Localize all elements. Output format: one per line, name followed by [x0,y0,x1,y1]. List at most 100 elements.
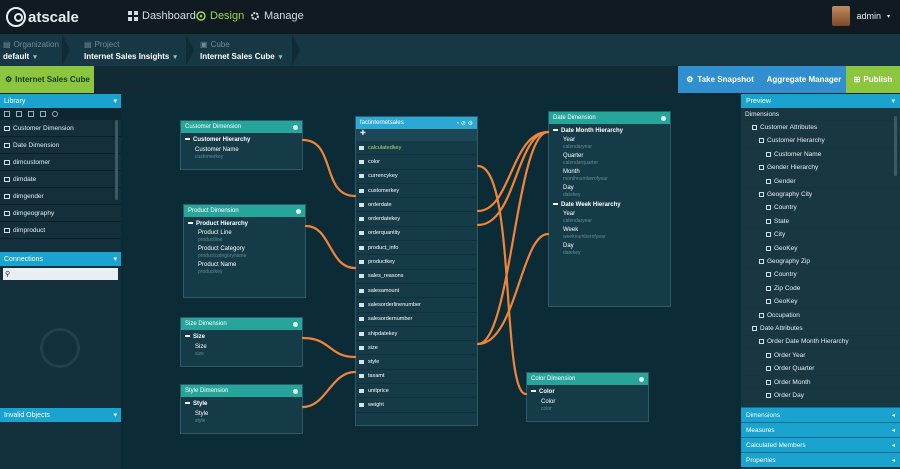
tree-node[interactable]: Customer Name [741,148,900,162]
breadcrumb-cube[interactable]: ▣ Cube Internet Sales Cube ▾ [200,40,282,61]
design-icon [196,11,206,21]
fact-column-row[interactable]: color [356,155,477,170]
fact-column-row[interactable]: sales_reasons [356,270,477,284]
publish-button[interactable]: ⊞ Publish [846,66,900,93]
fact-column-row[interactable]: productkey [356,255,477,270]
nav-manage[interactable]: Manage [250,10,304,22]
dashboard-icon [128,11,138,21]
fact-column-row[interactable]: salesamount [356,284,477,299]
fact-column-row[interactable]: shipdatekey [356,327,477,342]
size-dimension-box[interactable]: Size Dimension Size Size size [180,317,303,367]
library-header[interactable]: Library ▾ [0,94,121,108]
tree-node[interactable]: Occupation [741,309,900,323]
fact-column-row[interactable]: orderdate [356,198,477,213]
fact-column-name: color [368,158,380,165]
delete-icon[interactable] [40,111,46,117]
aggregate-manager-button[interactable]: Aggregate Manager [762,66,846,93]
nav-dashboard[interactable]: Dashboard [128,10,196,22]
date-dimension-box[interactable]: Date Dimension Date Month Hierarchy Year… [548,111,671,307]
connections-search-input[interactable]: ⚲ [3,268,118,280]
fact-column-row[interactable]: weight [356,398,477,413]
breadcrumb-project[interactable]: ▤ Project Internet Sales Insights ▾ [84,40,177,61]
level-row: Year calendaryear [549,211,670,224]
tree-node[interactable]: Date Attributes [741,322,900,336]
fact-table-box[interactable]: factinternetsales ◔ ⊘ ⚙ ✚ calculatedkey co… [355,116,478,426]
invalid-objects-header[interactable]: Invalid Objects ▾ [0,408,121,422]
fact-column-row[interactable]: orderdatekey [356,212,477,227]
preview-footer-properties[interactable]: Properties ◂ [741,452,900,467]
library-scrollbar[interactable] [115,120,118,200]
table-icon[interactable] [4,111,10,117]
preview-footer-dimensions[interactable]: Dimensions ◂ [741,407,900,422]
customer-dimension-box[interactable]: Customer Dimension Customer Hierarchy Cu… [180,120,303,170]
tree-node[interactable]: State [741,215,900,229]
list-icon[interactable] [28,111,34,117]
tree-node[interactable]: Order Quarter [741,362,900,376]
preview-scrollbar[interactable] [894,116,897,176]
library-item[interactable]: Customer Dimension [0,120,121,137]
settings-icon[interactable] [296,208,301,214]
tree-node[interactable]: Dimensions [741,108,900,122]
level-row: Color color [527,399,648,412]
settings-icon[interactable] [661,115,666,121]
tree-node[interactable]: Country [741,269,900,283]
tree-node[interactable]: Customer Hierarchy [741,135,900,149]
settings-icon[interactable] [639,376,644,382]
tree-node[interactable]: Zip Code [741,282,900,296]
design-canvas[interactable]: Customer Dimension Customer Hierarchy Cu… [121,94,741,469]
preview-header[interactable]: Preview ▾ [741,94,900,108]
library-item[interactable]: dimcustomer [0,154,121,171]
library-item[interactable]: dimgender [0,188,121,205]
fact-column-row[interactable]: orderquantity [356,227,477,242]
tree-node[interactable]: Geography City [741,188,900,202]
hierarchy-row: Date Month Hierarchy [549,124,670,134]
fact-column-row[interactable]: size [356,341,477,356]
library-item[interactable]: dimgeography [0,205,121,222]
tree-node[interactable]: GeoKey [741,295,900,309]
breadcrumb-organization[interactable]: ▤ Organization default ▾ [3,40,59,61]
tree-node[interactable]: Order Month [741,376,900,390]
tree-node[interactable]: Geography Zip [741,255,900,269]
tree-node[interactable]: Gender Hierarchy [741,162,900,175]
tree-node[interactable]: City [741,229,900,242]
settings-icon[interactable] [293,321,298,327]
atscale-logo[interactable]: atscale [6,7,79,27]
settings-icon[interactable] [293,388,298,394]
search-icon[interactable] [52,111,58,117]
product-dimension-box[interactable]: Product Dimension Product Hierarchy Prod… [183,204,306,298]
take-snapshot-button[interactable]: ⚙ Take Snapshot [678,66,762,93]
fact-column-row[interactable]: calculatedkey [356,141,477,156]
tree-node[interactable]: Customer Attributes [741,121,900,135]
fact-column-row[interactable]: salesorderlinenumber [356,298,477,313]
fact-column-row[interactable]: unitprice [356,384,477,399]
user-menu[interactable]: admin ▾ [832,6,890,26]
preview-footer-calculated[interactable]: Calculated Members ◂ [741,437,900,452]
fact-column-row[interactable]: salesordernumber [356,313,477,327]
preview-footer-measures[interactable]: Measures ◂ [741,422,900,437]
add-column-row[interactable]: ✚ [356,129,477,141]
fact-column-row[interactable]: product_info [356,241,477,256]
tree-node[interactable]: Gender [741,175,900,189]
nav-design-label: Design [210,10,245,22]
nav-design[interactable]: Design [196,10,244,22]
library-item[interactable]: dimproduct [0,222,121,239]
tree-node[interactable]: GeoKey [741,242,900,256]
settings-icon[interactable] [293,124,298,130]
style-dimension-box[interactable]: Style Dimension Style Style style [180,384,303,434]
tree-node[interactable]: Order Year [741,349,900,363]
fact-column-row[interactable]: customerkey [356,184,477,199]
fact-column-row[interactable]: style [356,355,477,370]
dimension-icon[interactable] [16,111,22,117]
tree-node[interactable]: Country [741,202,900,216]
footer-label: Properties [746,456,776,464]
fact-column-row[interactable]: currencykey [356,170,477,184]
fact-column-row[interactable]: taxamt [356,370,477,385]
connections-header[interactable]: Connections ▾ [0,252,121,266]
library-item[interactable]: Date Dimension [0,137,121,154]
tree-node[interactable]: Order Date Month Hierarchy [741,336,900,350]
column-icon [359,288,364,293]
cube-tab[interactable]: ⚙ Internet Sales Cube [0,66,94,93]
color-dimension-box[interactable]: Color Dimension Color Color color [526,372,649,422]
library-item[interactable]: dimdate [0,171,121,188]
tree-node[interactable]: Order Day [741,389,900,403]
